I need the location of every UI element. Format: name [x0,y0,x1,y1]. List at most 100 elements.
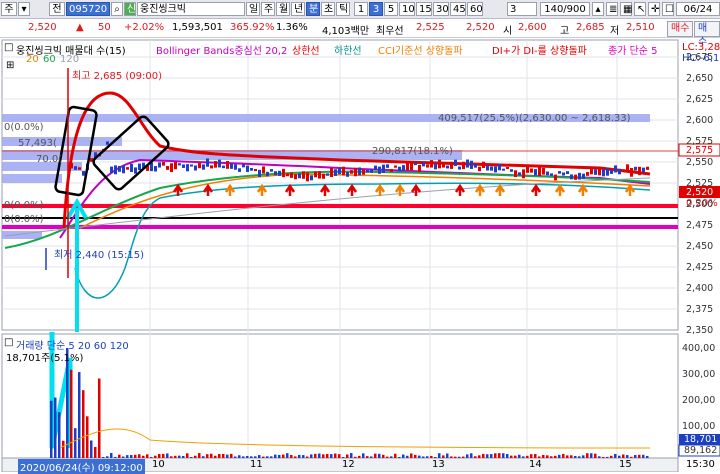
volume-bar [266,456,269,458]
volume-bar [130,455,133,458]
period-year[interactable]: 년 [291,2,305,16]
interval-10[interactable]: 10 [399,2,415,16]
pin-icon[interactable]: ⊞ [6,60,14,71]
open-price: 2,600 [518,22,547,33]
candle [594,169,597,175]
volume-bar [366,456,369,458]
candle [294,174,297,180]
price-axis-label: 2,675 [686,52,714,63]
buy-button[interactable]: 매수 [694,21,720,48]
volume-bar [642,454,645,458]
current-price: 2,520 [28,22,57,33]
volume-bar [102,456,105,458]
candle [382,164,385,173]
candle [450,161,453,169]
volume-bar [282,454,285,458]
prev-button[interactable]: 전 [49,2,65,16]
volume-menu-icon[interactable]: □ [4,337,13,348]
candle [302,171,305,179]
candle [390,169,393,172]
bars-icon[interactable]: ▦ [620,2,632,16]
candle [422,162,425,167]
volume-bar [166,453,169,458]
crosshair-icon[interactable]: ✛ [648,2,660,16]
candle [574,174,577,180]
credit-icon[interactable]: 신 [124,2,136,16]
candle [286,173,289,177]
volume-bar [470,453,473,458]
candle [354,167,357,177]
search-icon[interactable]: ⌕ [111,2,123,16]
interval-15[interactable]: 15 [416,2,432,16]
count-field[interactable]: 140/900 [540,2,590,16]
volume-bar [114,456,117,458]
interval-5[interactable]: 5 [384,2,398,16]
candle [310,175,313,181]
volume-bar [362,453,365,458]
volume-bar [570,455,573,458]
interval-select[interactable]: 3 [507,2,537,16]
period-second[interactable]: 초 [321,2,335,16]
candle [546,171,549,176]
volume-badge-text-1: 18,701 [684,434,718,445]
volume-bar [462,456,465,458]
candle [330,168,333,178]
candle [258,169,261,177]
period-week[interactable]: 주 [261,2,275,16]
volume-bar [242,456,245,458]
volume-profile-label-2: 290,817(18.1%) [372,146,453,157]
candle [106,141,109,145]
up-arrow-icon: ▲ [76,22,84,33]
volume-bar [518,454,521,458]
volume-bar [122,456,125,458]
volume-bar [498,453,501,458]
volume-profile-label-3: 57,493( [18,138,57,149]
indicator-bb-upper: 상한선 [292,46,320,57]
sell-button[interactable]: 매수 [667,21,694,37]
candle [550,173,553,176]
calendar-icon[interactable]: ☐ [662,2,674,16]
date-field[interactable]: 06/24 [676,2,720,16]
period-month[interactable]: 월 [276,2,290,16]
menu-button[interactable]: 주 [1,2,17,16]
price-axis-label: 2,375 [686,304,714,315]
candle [542,167,545,175]
volume-bar [106,456,109,458]
volume-bar [314,453,317,458]
interval-3[interactable]: 3 [369,2,383,16]
cursor-icon[interactable]: ↖ [634,2,646,16]
stock-code-input[interactable]: 095720 [66,2,110,16]
chevron-up-icon[interactable]: ▴ [592,2,604,16]
volume-bar [146,454,149,458]
chart-menu-icon[interactable]: □ [4,42,13,53]
candle [646,166,649,170]
interval-45[interactable]: 45 [450,2,466,16]
candle [270,169,273,172]
volume-bar [478,455,481,458]
volume-bar [434,456,437,458]
volume-bar [74,428,77,458]
volume-bar [158,453,161,458]
candle [362,169,365,175]
dropdown-arrow-icon[interactable]: ▾ [18,2,30,16]
candle [298,173,301,179]
volume-bar [302,455,305,458]
volume-bar [586,453,589,458]
stock-name-field[interactable]: 웅진씽크빅 [137,2,245,16]
volume-bar [606,456,609,458]
stack-icon[interactable]: ≣ [606,2,618,16]
volume-bar [574,455,577,458]
period-day[interactable]: 일 [246,2,260,16]
volume-bar [582,455,585,458]
interval-60[interactable]: 60 [467,2,483,16]
candle [350,170,353,174]
volume-axis-400k: 400,00 [682,343,716,354]
candle [358,167,361,176]
period-minute[interactable]: 분 [306,2,320,16]
volume-bar [646,456,649,458]
period-tick[interactable]: 틱 [336,2,350,16]
low-annotation: 최저 2,440 (15:15) [54,250,145,261]
interval-30[interactable]: 30 [433,2,449,16]
interval-1[interactable]: 1 [354,2,368,16]
change-percent: +2.02% [124,22,165,33]
